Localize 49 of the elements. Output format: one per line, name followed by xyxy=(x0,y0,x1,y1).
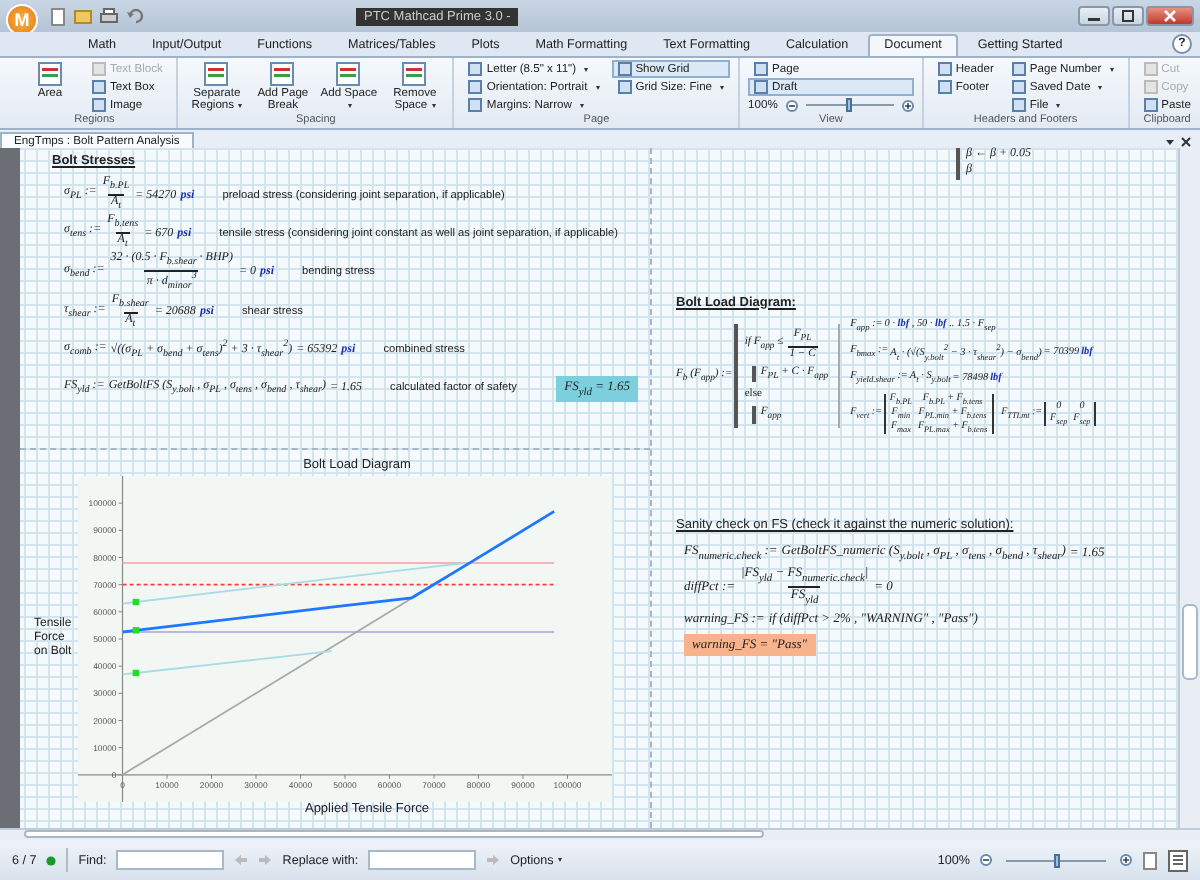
data-point xyxy=(132,598,140,606)
undo-icon[interactable] xyxy=(126,8,144,24)
vertical-scrollbar[interactable] xyxy=(1178,148,1200,828)
page-icon xyxy=(334,60,363,88)
page-icon xyxy=(36,60,64,88)
page-view-icon[interactable] xyxy=(1142,851,1158,869)
square-icon xyxy=(617,62,632,76)
new-file-icon[interactable] xyxy=(50,7,66,25)
scroll-thumb[interactable] xyxy=(1182,604,1198,680)
data-point xyxy=(132,669,140,677)
square-icon xyxy=(468,62,483,76)
square-icon xyxy=(468,98,483,112)
square-icon xyxy=(1011,80,1026,94)
find-field[interactable] xyxy=(116,850,225,870)
zoom-in-icon[interactable] xyxy=(901,99,914,111)
replace-field[interactable] xyxy=(368,850,477,870)
page-icon xyxy=(400,60,429,88)
square-icon xyxy=(617,80,632,94)
square-icon xyxy=(468,80,483,94)
square-icon xyxy=(92,98,106,112)
zoom-out-icon[interactable] xyxy=(785,99,798,111)
status-dot-icon xyxy=(46,855,57,865)
square-icon xyxy=(1011,62,1026,76)
square-icon xyxy=(1011,98,1026,112)
close-button[interactable] xyxy=(1146,6,1194,26)
square-icon xyxy=(754,62,769,76)
square-icon xyxy=(1143,98,1158,112)
close-icon[interactable] xyxy=(1180,136,1192,148)
horizontal-scrollbar[interactable] xyxy=(0,828,1200,840)
zoom-in-icon[interactable] xyxy=(1120,854,1132,866)
folder-icon[interactable] xyxy=(74,8,92,24)
square-icon xyxy=(1143,80,1158,94)
zoom-out-icon[interactable] xyxy=(980,854,992,866)
printer-icon[interactable] xyxy=(100,8,118,24)
maximize-button[interactable] xyxy=(1112,6,1144,26)
square-icon xyxy=(1143,62,1158,76)
minimize-button[interactable] xyxy=(1078,6,1110,26)
draft-view-icon[interactable] xyxy=(1168,849,1188,871)
close-icon xyxy=(1162,10,1178,22)
page-icon xyxy=(268,60,297,88)
square-icon xyxy=(937,80,952,94)
data-point xyxy=(132,627,140,634)
scroll-thumb[interactable] xyxy=(24,830,764,838)
page-icon xyxy=(202,60,231,88)
square-icon xyxy=(754,80,769,94)
square-icon xyxy=(937,62,952,76)
square-icon xyxy=(92,80,106,94)
square-icon xyxy=(92,62,106,76)
maximize-icon xyxy=(1120,10,1136,22)
